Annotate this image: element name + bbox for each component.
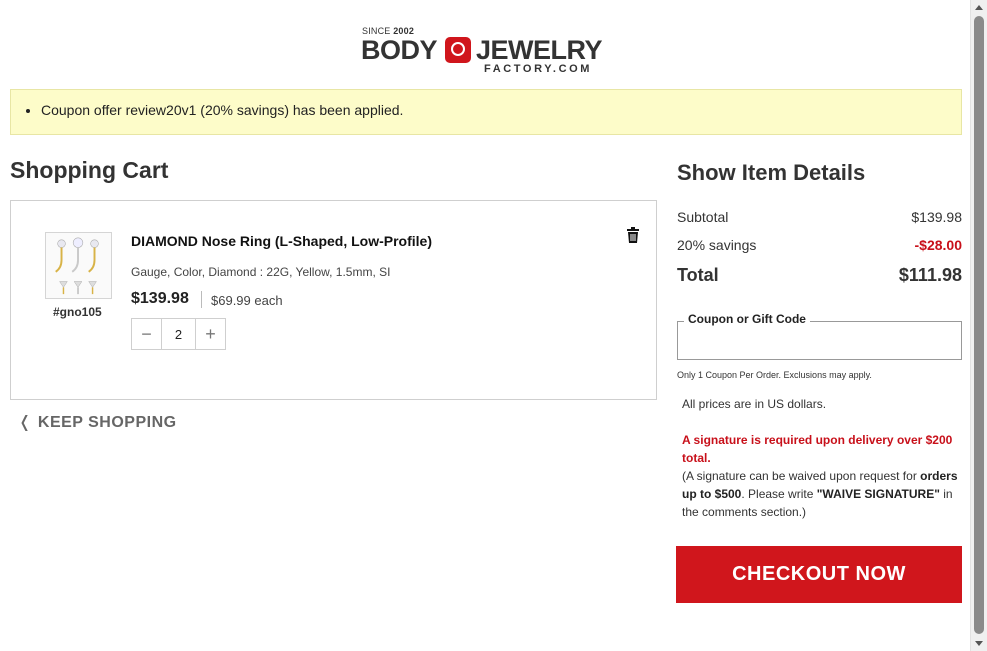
product-thumbnail[interactable] (45, 232, 112, 299)
coupon-note: Only 1 Coupon Per Order. Exclusions may … (677, 370, 872, 380)
scroll-up-icon[interactable] (975, 5, 983, 10)
coupon-label: Coupon or Gift Code (684, 312, 810, 326)
trash-icon[interactable] (626, 227, 640, 243)
savings-row: 20% savings -$28.00 (677, 237, 962, 253)
product-sku: #gno105 (53, 305, 102, 319)
logo-factory: FACTORY.COM (484, 63, 593, 75)
coupon-field (677, 321, 962, 360)
decrease-quantity-button[interactable]: − (132, 319, 161, 349)
notice-message: Coupon offer review20v1 (20% savings) ha… (41, 102, 403, 118)
signature-details: (A signature can be waived upon request … (682, 469, 958, 519)
checkout-button[interactable]: CHECKOUT NOW (676, 546, 962, 603)
total-row: Total $111.98 (677, 265, 962, 286)
unit-price: $69.99 each (211, 293, 283, 308)
signature-warning: A signature is required upon delivery ov… (682, 433, 953, 465)
savings-value: -$28.00 (914, 237, 962, 253)
currency-note: All prices are in US dollars. (682, 397, 827, 411)
chevron-left-icon: ❬ (18, 414, 32, 431)
product-name[interactable]: DIAMOND Nose Ring (L-Shaped, Low-Profile… (131, 233, 432, 249)
cart-item-card: #gno105 DIAMOND Nose Ring (L-Shaped, Low… (10, 200, 657, 400)
site-logo[interactable]: SINCE 2002 BODY JEWELRY FACTORY.COM (361, 26, 611, 76)
quantity-stepper: − 2 + (131, 318, 226, 350)
page-title: Shopping Cart (10, 157, 169, 183)
logo-word-jewelry: JEWELRY (476, 35, 603, 65)
keep-shopping-label: KEEP SHOPPING (37, 414, 177, 431)
product-options: Gauge, Color, Diamond : 22G, Yellow, 1.5… (131, 265, 391, 279)
nose-ring-image (55, 237, 99, 295)
savings-label: 20% savings (677, 237, 757, 253)
subtotal-row: Subtotal $139.98 (677, 209, 962, 225)
coupon-input[interactable] (678, 322, 961, 359)
total-value: $111.98 (898, 265, 962, 285)
scroll-down-icon[interactable] (975, 641, 983, 646)
price-divider (201, 291, 202, 308)
coupon-applied-notice: Coupon offer review20v1 (20% savings) ha… (10, 89, 962, 135)
logo-ring-icon (445, 37, 471, 63)
line-price: $139.98 (131, 290, 189, 307)
subtotal-label: Subtotal (677, 209, 729, 225)
quantity-value[interactable]: 2 (161, 319, 196, 349)
vertical-scrollbar[interactable] (970, 0, 987, 651)
increase-quantity-button[interactable]: + (196, 319, 225, 349)
show-item-details-toggle[interactable]: Show Item Details (677, 160, 865, 186)
scrollbar-thumb[interactable] (974, 16, 984, 634)
total-label: Total (677, 265, 719, 285)
signature-notice: A signature is required upon delivery ov… (682, 431, 962, 521)
keep-shopping-link[interactable]: ❬ KEEP SHOPPING (18, 412, 177, 432)
logo-word-body: BODY (361, 35, 438, 65)
subtotal-value: $139.98 (911, 209, 962, 225)
